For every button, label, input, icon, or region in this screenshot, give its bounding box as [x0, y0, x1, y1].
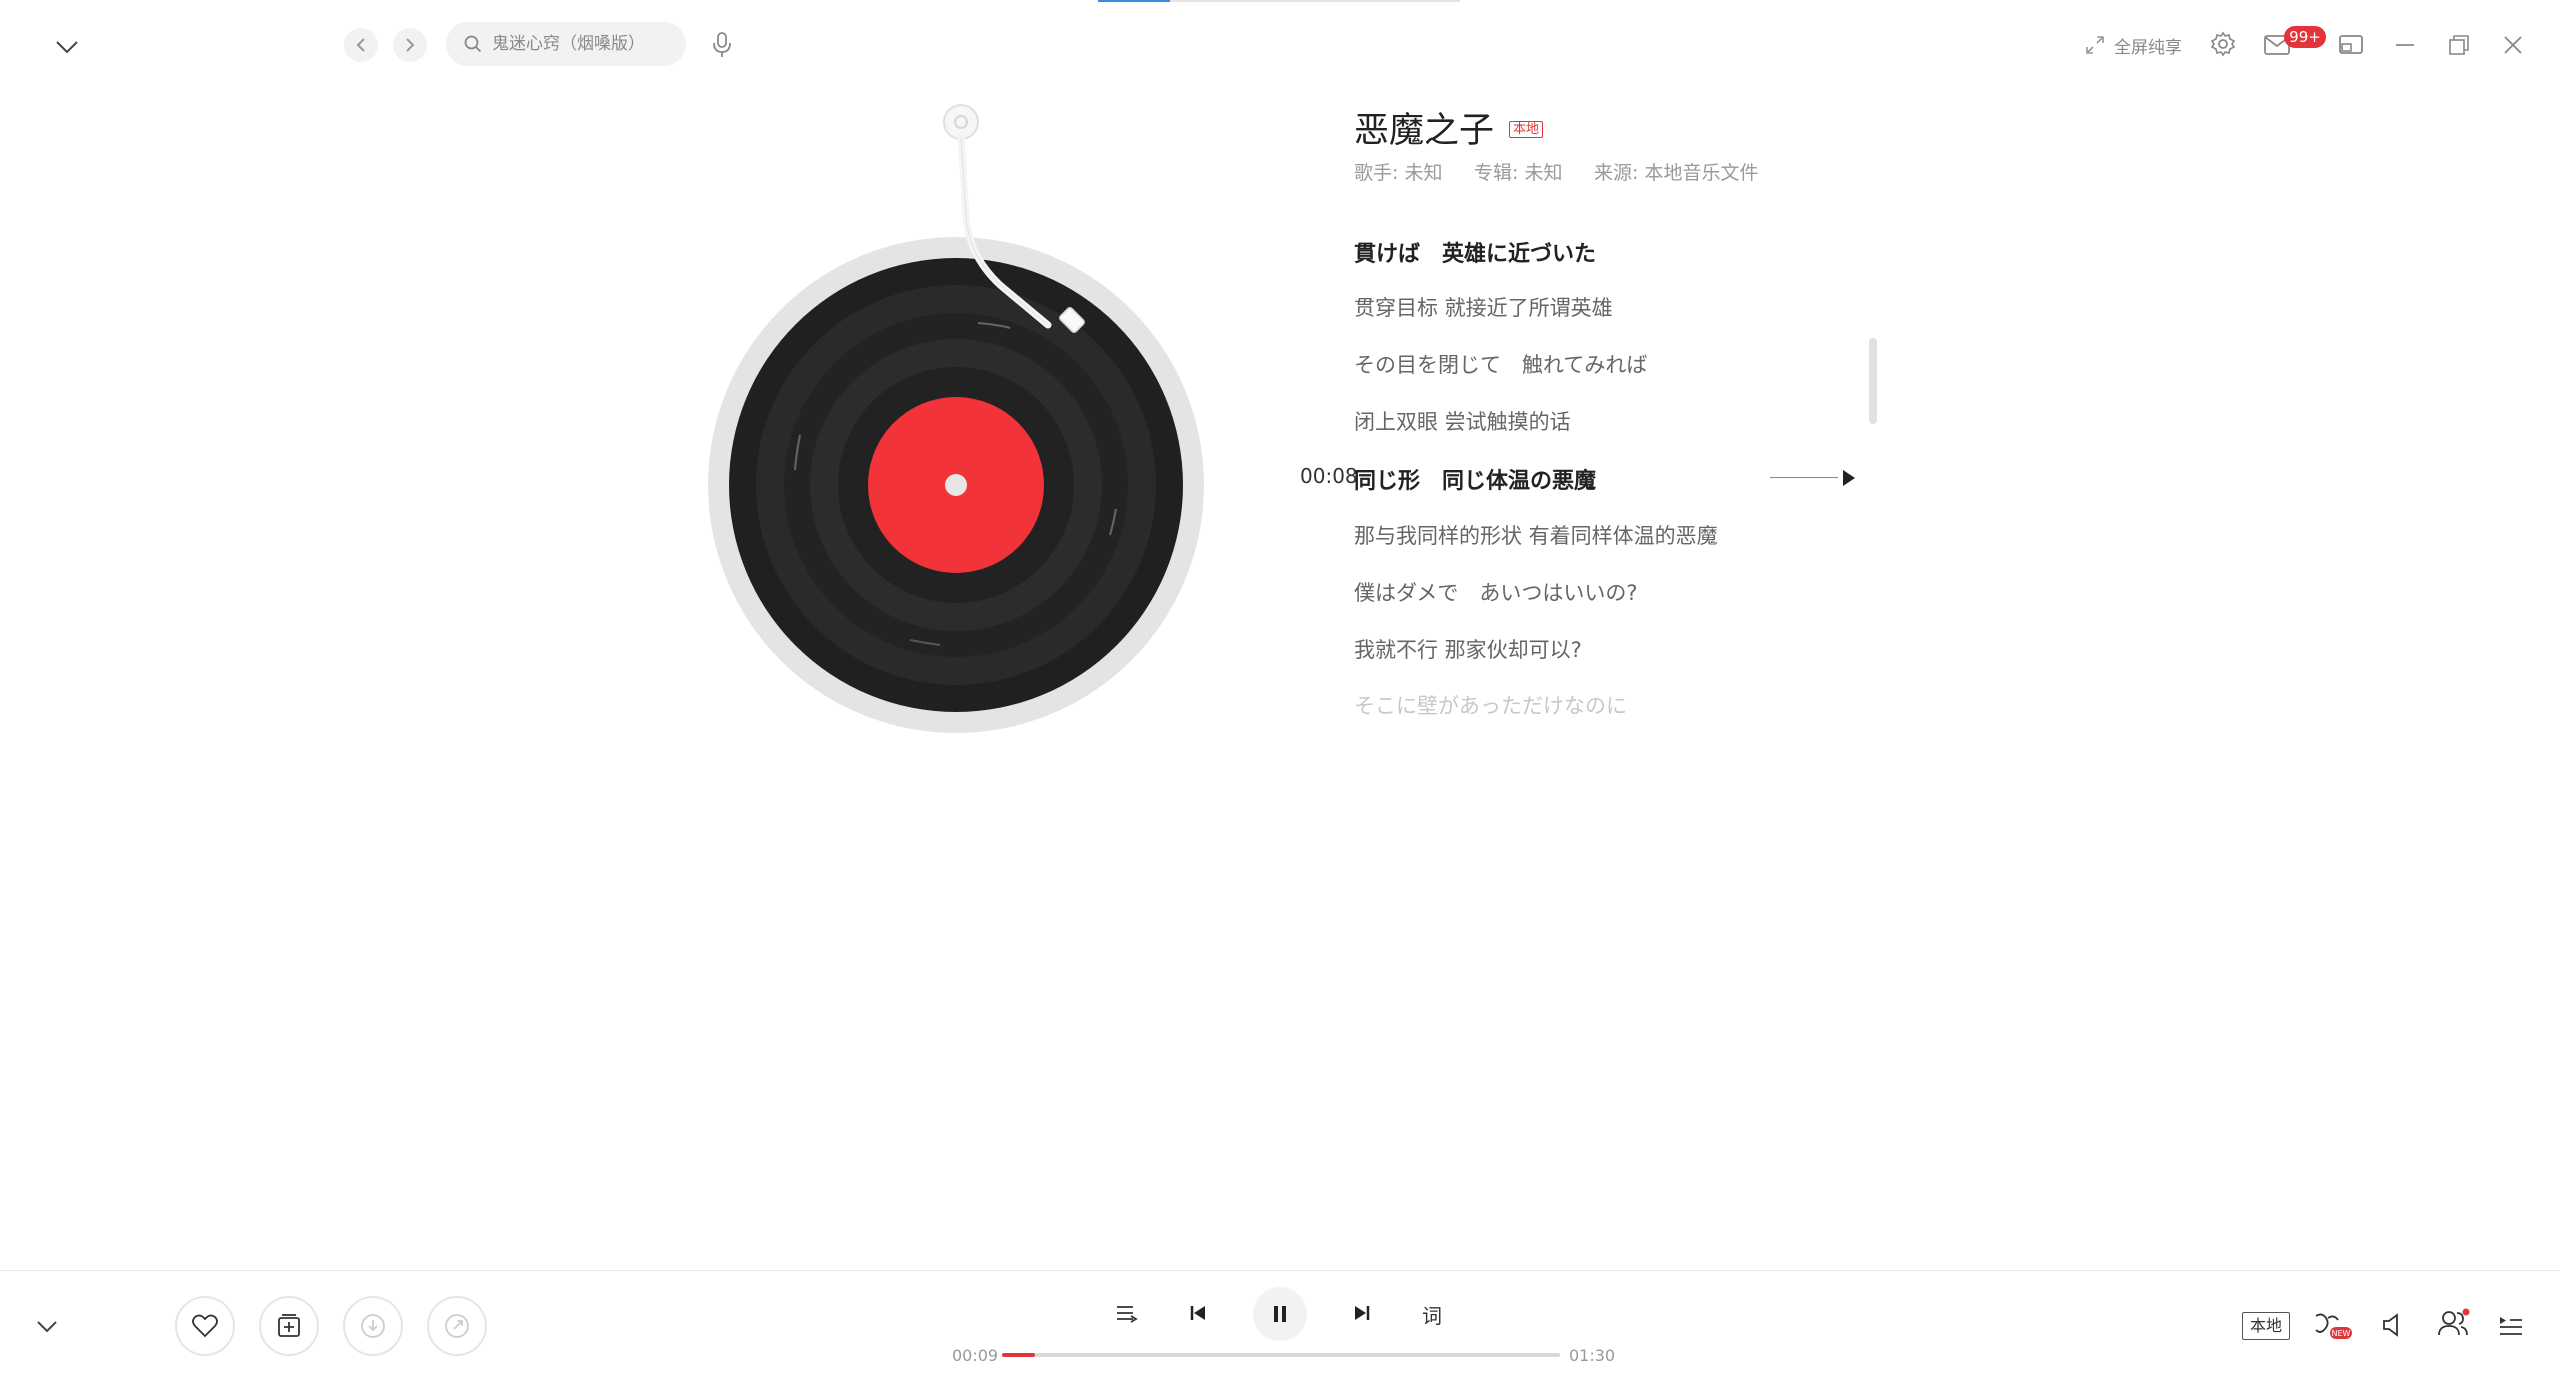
previous-button[interactable]	[1184, 1300, 1212, 1326]
message-count-badge: 99+	[2284, 26, 2326, 48]
chevron-down-icon	[37, 1320, 57, 1332]
voice-search-button[interactable]	[706, 28, 738, 62]
share-button[interactable]	[427, 1296, 487, 1356]
sound-effect-button[interactable]: NEW	[2312, 1310, 2354, 1342]
lyrics-scrollbar[interactable]	[1869, 338, 1877, 424]
search-input[interactable]	[490, 33, 674, 55]
lyric-line[interactable]: 僕はダメで あいつはいいの?	[1354, 577, 1638, 607]
forward-button[interactable]	[393, 28, 427, 62]
playlist-button[interactable]	[2496, 1310, 2526, 1340]
gear-icon	[2210, 31, 2236, 57]
chevron-down-icon	[56, 41, 78, 54]
like-button[interactable]	[175, 1296, 235, 1356]
fullscreen-button[interactable]: 全屏纯享	[2084, 30, 2194, 60]
play-mode-button[interactable]	[1112, 1300, 1142, 1326]
play-triangle-icon	[1843, 470, 1855, 486]
download-icon	[361, 1314, 385, 1338]
playback-progress[interactable]	[1002, 1353, 1560, 1357]
lyric-line[interactable]: そこに壁があっただけなのに	[1354, 690, 1627, 720]
song-title: 恶魔之子	[1354, 111, 1495, 151]
add-to-playlist-button[interactable]	[259, 1296, 319, 1356]
microphone-icon	[713, 32, 731, 57]
chevron-left-icon	[356, 38, 365, 52]
lyric-line[interactable]: 那与我同样的形状 有着同样体温的恶魔	[1354, 520, 1718, 550]
search-icon	[464, 35, 482, 53]
share-icon	[445, 1314, 469, 1338]
skip-next-icon	[1355, 1306, 1370, 1320]
lyric-seek-line	[1770, 477, 1838, 478]
loading-progress-fill	[1098, 0, 1170, 2]
add-to-folder-icon	[278, 1314, 300, 1337]
pause-icon	[1274, 1306, 1286, 1322]
skip-previous-icon	[1190, 1306, 1205, 1320]
heart-icon	[192, 1314, 218, 1338]
title-bar: 全屏纯享 99+	[0, 0, 2560, 90]
lyric-line[interactable]: 闭上双眼 尝试触摸的话	[1354, 406, 1571, 436]
sequential-play-icon	[1117, 1306, 1138, 1323]
local-music-button[interactable]: 本地	[2242, 1312, 2290, 1340]
lyric-line[interactable]: 贯穿目标 就接近了所谓英雄	[1354, 292, 1613, 322]
mini-mode-button[interactable]	[2336, 30, 2366, 60]
volume-button[interactable]	[2378, 1310, 2408, 1340]
close-button[interactable]	[2498, 30, 2528, 60]
sound-effect-new-icon: NEW	[2315, 1313, 2352, 1339]
local-tag: 本地	[1509, 121, 1544, 138]
restore-icon	[2449, 35, 2469, 55]
svg-text:NEW: NEW	[2332, 1329, 2351, 1338]
collapse-player-button[interactable]	[50, 30, 84, 64]
users-icon	[2438, 1308, 2470, 1336]
close-icon	[2504, 36, 2522, 54]
lyric-seek-time: 00:08	[1300, 464, 1358, 488]
fullscreen-label: 全屏纯享	[2114, 37, 2182, 58]
speaker-icon	[2383, 1313, 2398, 1337]
search-box[interactable]	[446, 22, 686, 66]
lyric-line[interactable]: その目を閉じて 触れてみれば	[1354, 349, 1647, 379]
minimize-icon	[2396, 44, 2414, 46]
album-info[interactable]: 专辑: 未知	[1474, 158, 1562, 185]
mini-player-icon	[2339, 35, 2363, 54]
maximize-button[interactable]	[2444, 30, 2474, 60]
loading-progress	[1098, 0, 1460, 2]
lyric-line-current[interactable]: 同じ形 同じ体温の悪魔	[1354, 463, 1596, 495]
collapse-button[interactable]	[30, 1312, 64, 1340]
back-button[interactable]	[344, 28, 378, 62]
chevron-right-icon	[406, 38, 415, 52]
spindle	[945, 474, 967, 496]
source-info[interactable]: 来源: 本地音乐文件	[1594, 158, 1758, 185]
download-button[interactable]	[343, 1296, 403, 1356]
vinyl-record	[708, 104, 1204, 733]
pause-button[interactable]	[1253, 1287, 1307, 1341]
listen-together-button[interactable]	[2436, 1306, 2472, 1340]
next-button[interactable]	[1348, 1300, 1376, 1326]
playlist-icon	[2500, 1317, 2522, 1335]
elapsed-time: 00:09	[952, 1346, 999, 1365]
total-duration: 01:30	[1569, 1346, 1616, 1365]
expand-icon	[2086, 36, 2104, 54]
desktop-lyrics-toggle[interactable]: 词	[1422, 1300, 1442, 1329]
playback-progress-fill	[1002, 1353, 1036, 1357]
lyric-line[interactable]: 我就不行 那家伙却可以?	[1354, 634, 1582, 664]
singer-info[interactable]: 歌手: 未知	[1354, 158, 1442, 185]
minimize-button[interactable]	[2390, 30, 2420, 60]
play-from-lyric-button[interactable]	[1838, 466, 1860, 490]
settings-button[interactable]	[2208, 28, 2238, 60]
lyric-line[interactable]: 貫けば 英雄に近づいた	[1354, 236, 1596, 268]
